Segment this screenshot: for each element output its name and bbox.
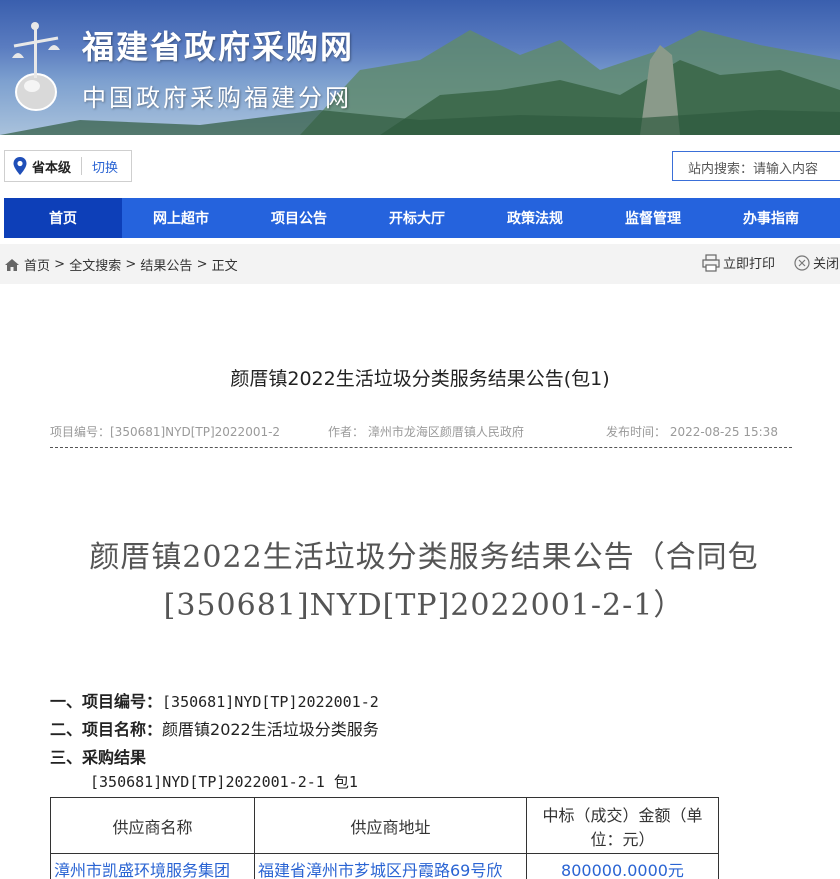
- divider: [81, 157, 83, 175]
- table-row: 漳州市凯盛环境服务集团 福建省漳州市芗城区丹霞路69号欣 800000.0000…: [50, 853, 719, 879]
- printer-icon: [702, 253, 720, 272]
- section-value: 颜厝镇2022生活垃圾分类服务: [162, 720, 379, 739]
- site-title: 福建省政府采购网: [82, 28, 355, 66]
- section-label: 二、项目名称：: [50, 720, 163, 739]
- breadcrumb-search[interactable]: 全文搜索: [69, 255, 121, 274]
- site-search-input[interactable]: 站内搜索：请输入内容: [672, 151, 840, 181]
- nav-item-project-notices[interactable]: 项目公告: [240, 198, 358, 238]
- award-amount: 800000.0000元: [526, 853, 719, 879]
- nav-item-home[interactable]: 首页: [4, 198, 122, 238]
- print-label: 立即打印: [723, 257, 776, 272]
- home-icon: [5, 258, 19, 271]
- breadcrumb-current: 正文: [211, 259, 238, 274]
- table-header-cell-amount: 中标（成交）金额（单 位：元）: [526, 797, 719, 854]
- breadcrumb-results[interactable]: 结果公告: [140, 255, 192, 274]
- section-label: 三、采购结果: [50, 748, 147, 767]
- region-selector: 省本级 切换: [4, 150, 132, 182]
- table-header-row: 供应商名称 供应商地址 中标（成交）金额（单 位：元）: [50, 797, 719, 854]
- meta-project-number: 项目编号：[350681]NYD[TP]2022001-2: [50, 425, 281, 439]
- close-button[interactable]: 关闭: [794, 253, 839, 272]
- supplier-name-link[interactable]: 漳州市凯盛环境服务集团: [50, 853, 255, 879]
- breadcrumb-home[interactable]: 首页: [24, 255, 50, 274]
- main-nav: 首页 网上超市 项目公告 开标大厅 政策法规 监督管理 办事指南: [4, 198, 840, 238]
- section-project-name: 二、项目名称：颜厝镇2022生活垃圾分类服务: [50, 716, 379, 740]
- nav-item-bid-opening-hall[interactable]: 开标大厅: [358, 198, 476, 238]
- section-value: [350681]NYD[TP]2022001-2: [162, 693, 379, 711]
- section-procurement-result: 三、采购结果: [50, 744, 146, 768]
- headline-line-1: 颜厝镇2022生活垃圾分类服务结果公告（合同包: [89, 540, 759, 575]
- meta-author: 作者： 漳州市龙海区颜厝镇人民政府: [328, 425, 524, 439]
- region-level-label: 省本级: [32, 160, 72, 176]
- nav-item-policies[interactable]: 政策法规: [476, 198, 594, 238]
- announcement-headline: 颜厝镇2022生活垃圾分类服务结果公告（合同包 [350681]NYD[TP]2…: [44, 534, 804, 630]
- location-pin-icon: [13, 157, 27, 175]
- table-header-cell: 供应商名称: [50, 797, 255, 854]
- table-header-cell: 供应商地址: [254, 797, 527, 854]
- headline-line-2: [350681]NYD[TP]2022001-2-1）: [163, 588, 685, 623]
- print-button[interactable]: 立即打印: [702, 253, 775, 272]
- result-table: 供应商名称 供应商地址 中标（成交）金额（单 位：元） 漳州市凯盛环境服务集团 …: [50, 797, 719, 879]
- article-container: 颜厝镇2022生活垃圾分类服务结果公告(包1) 项目编号：[350681]NYD…: [4, 290, 840, 879]
- section-project-number: 一、项目编号：[350681]NYD[TP]2022001-2: [50, 688, 379, 712]
- meta-publish-time: 发布时间： 2022-08-25 15:38: [606, 425, 778, 439]
- header-amount-line-1: 中标（成交）金额（单: [542, 805, 703, 825]
- breadcrumb: 首页 > 全文搜索 > 结果公告 > 正文: [4, 255, 238, 274]
- close-label: 关闭: [813, 257, 840, 272]
- breadcrumb-separator: >: [125, 257, 137, 272]
- region-switch-link[interactable]: 切换: [92, 157, 118, 176]
- supplier-address: 福建省漳州市芗城区丹霞路69号欣: [254, 853, 527, 879]
- header-amount-line-2: 位：元）: [590, 829, 655, 849]
- nav-item-supervision[interactable]: 监督管理: [594, 198, 712, 238]
- site-header-banner: 福建省政府采购网 中国政府采购福建分网: [0, 0, 840, 135]
- divider: [50, 447, 792, 448]
- breadcrumb-bar: 首页 > 全文搜索 > 结果公告 > 正文 立即打印 关闭: [0, 244, 840, 284]
- site-subtitle: 中国政府采购福建分网: [82, 84, 352, 112]
- article-title: 颜厝镇2022生活垃圾分类服务结果公告(包1): [230, 368, 610, 390]
- package-line: [350681]NYD[TP]2022001-2-1 包1: [90, 773, 358, 791]
- section-label: 一、项目编号：: [50, 692, 163, 711]
- emblem-logo-icon: [12, 22, 60, 111]
- nav-item-guide[interactable]: 办事指南: [712, 198, 830, 238]
- breadcrumb-separator: >: [196, 257, 208, 272]
- breadcrumb-separator: >: [54, 257, 66, 272]
- nav-item-online-mall[interactable]: 网上超市: [122, 198, 240, 238]
- close-icon: [794, 254, 810, 271]
